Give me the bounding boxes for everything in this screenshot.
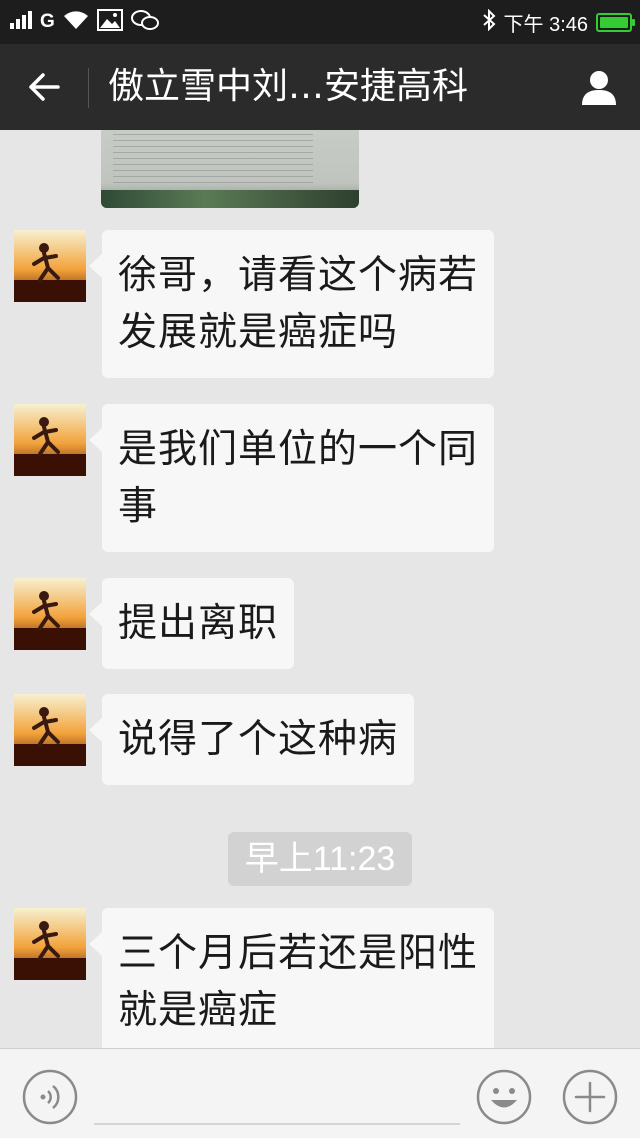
status-clock: 下午 3:46 — [503, 13, 588, 36]
battery-icon — [596, 12, 635, 32]
avatar[interactable] — [14, 578, 86, 650]
bluetooth-icon — [482, 8, 496, 36]
message-line: 提出离职 — [118, 601, 279, 646]
avatar[interactable] — [14, 230, 86, 302]
message-bubble[interactable]: 说得了个这种病 — [88, 694, 415, 785]
timestamp-label: 早上11:23 — [228, 832, 412, 886]
voice-button[interactable] — [22, 1069, 78, 1125]
arrow-left-icon — [29, 73, 60, 101]
smiley-icon — [476, 1069, 532, 1125]
header-divider — [88, 68, 89, 108]
status-right: 下午 3:46 — [482, 0, 635, 44]
chat-header: 傲立雪中刘…安捷高科 — [0, 44, 640, 130]
message-line: 就是癌症 — [118, 988, 279, 1033]
avatar[interactable] — [14, 404, 86, 476]
input-bar — [0, 1048, 640, 1138]
signal-icon — [10, 10, 32, 34]
status-bar: G 下午 3:46 — [0, 0, 640, 44]
message-line: 徐哥，请看这个病若 — [118, 253, 479, 298]
emoji-button[interactable] — [476, 1069, 532, 1125]
image-message[interactable] — [101, 130, 359, 208]
message-line: 是我们单位的一个同 — [118, 427, 479, 472]
back-button[interactable] — [22, 64, 66, 110]
avatar[interactable] — [14, 908, 86, 980]
carrier-label: G — [40, 11, 55, 32]
wechat-icon — [130, 9, 159, 36]
gallery-icon — [96, 8, 123, 36]
runner-avatar-icon — [14, 230, 86, 302]
image-message-footer — [101, 190, 359, 208]
message-list[interactable]: 徐哥，请看这个病若 发展就是癌症吗 是我们单位的一个同 事 提出离职 说得了个这… — [0, 130, 640, 1048]
chat-info-button[interactable] — [576, 64, 622, 110]
message-line: 三个月后若还是阳性 — [118, 931, 479, 976]
wifi-icon — [63, 10, 89, 35]
avatar[interactable] — [14, 694, 86, 766]
runner-avatar-icon — [14, 404, 86, 476]
status-left: G — [10, 0, 167, 44]
person-icon — [582, 71, 616, 105]
runner-avatar-icon — [14, 694, 86, 766]
message-bubble[interactable]: 提出离职 — [88, 578, 295, 669]
runner-avatar-icon — [14, 908, 86, 980]
image-message-content — [113, 130, 313, 188]
message-input[interactable] — [94, 1067, 460, 1125]
message-bubble[interactable]: 是我们单位的一个同 事 — [88, 404, 495, 552]
voice-icon — [22, 1069, 78, 1125]
message-line: 说得了个这种病 — [118, 717, 399, 762]
plus-icon — [562, 1069, 618, 1125]
battery-fill — [600, 16, 628, 28]
more-button[interactable] — [562, 1069, 618, 1125]
message-bubble[interactable]: 徐哥，请看这个病若 发展就是癌症吗 — [88, 230, 495, 378]
message-line: 事 — [118, 484, 159, 529]
message-bubble[interactable]: 三个月后若还是阳性 就是癌症 — [88, 908, 495, 1048]
chat-title: 傲立雪中刘…安捷高科 — [108, 66, 469, 107]
runner-avatar-icon — [14, 578, 86, 650]
message-line: 发展就是癌症吗 — [118, 310, 399, 355]
